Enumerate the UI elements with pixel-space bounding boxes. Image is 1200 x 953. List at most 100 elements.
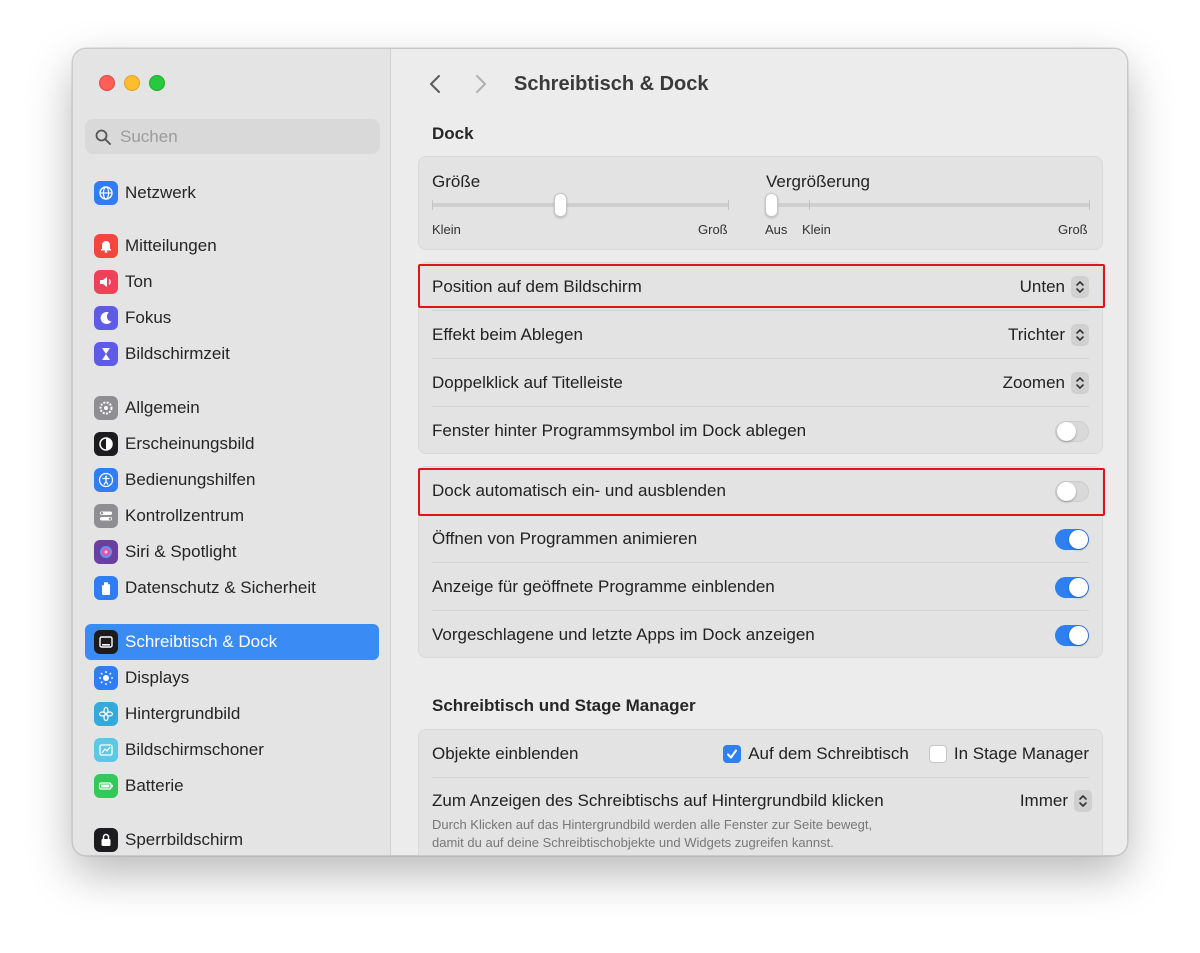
- checkbox-stage-label: In Stage Manager: [953, 744, 1089, 763]
- page-title: Schreibtisch & Dock: [514, 72, 709, 95]
- dock-size-card: Größe Klein Groß Vergrößerung Aus Klein …: [418, 156, 1103, 250]
- setting-row: Anzeige für geöffnete Programme einblend…: [419, 563, 1102, 611]
- search-input[interactable]: [120, 126, 360, 147]
- toggle-switch[interactable]: [1055, 576, 1089, 598]
- sidebar-item-bildschirmschoner[interactable]: Bildschirmschoner: [85, 732, 379, 768]
- sidebar-item-erscheinungsbild[interactable]: Erscheinungsbild: [85, 426, 379, 462]
- sidebar-item-siri-spotlight[interactable]: Siri & Spotlight: [85, 534, 379, 570]
- dock-icon: [94, 630, 118, 654]
- size-slider-knob[interactable]: [553, 193, 567, 217]
- sidebar-item-label: Netzwerk: [125, 183, 196, 202]
- setting-row: Vorgeschlagene und letzte Apps im Dock a…: [419, 611, 1102, 659]
- sidebar-item-allgemein[interactable]: Allgemein: [85, 390, 379, 426]
- sidebar-item-label: Displays: [125, 668, 190, 687]
- sidebar-item-batterie[interactable]: Batterie: [85, 768, 379, 804]
- sidebar-item-label: Hintergrundbild: [125, 704, 241, 723]
- dock-section-title: Dock: [432, 124, 474, 143]
- sidebar-item-label: Erscheinungsbild: [125, 434, 255, 453]
- mag-off-label: Aus: [765, 222, 788, 237]
- size-slider-track[interactable]: [432, 203, 729, 207]
- sidebar-item-label: Siri & Spotlight: [125, 542, 237, 561]
- popup-button[interactable]: Trichter: [1008, 324, 1089, 346]
- close-button[interactable]: [99, 75, 115, 91]
- click-wallpaper-popup[interactable]: Immer: [1020, 790, 1092, 812]
- sun-icon: [94, 666, 118, 690]
- moon-icon: [94, 306, 118, 330]
- setting-label: Vorgeschlagene und letzte Apps im Dock a…: [432, 625, 815, 644]
- window-controls: [99, 75, 165, 91]
- sidebar-item-label: Sperrbildschirm: [125, 830, 244, 849]
- gear-icon: [94, 396, 118, 420]
- checkbox-stage-box[interactable]: [928, 745, 947, 763]
- magnification-label: Vergrößerung: [766, 172, 870, 191]
- setting-label: Effekt beim Ablegen: [432, 325, 583, 344]
- checkbox-desktop[interactable]: Auf dem Schreibtisch: [723, 744, 909, 764]
- sidebar-item-label: Batterie: [125, 776, 184, 795]
- checkbox-stage-manager[interactable]: In Stage Manager: [928, 744, 1089, 764]
- setting-label: Anzeige für geöffnete Programme einblend…: [432, 577, 775, 596]
- mag-tick-min: [809, 200, 810, 210]
- click-wallpaper-description-2: damit du auf deine Schreibtischobjekte u…: [432, 835, 834, 850]
- back-button[interactable]: [422, 71, 448, 97]
- chevron-updown-icon: [1071, 324, 1089, 346]
- chevron-updown-icon: [1074, 790, 1092, 812]
- magnification-slider-knob[interactable]: [765, 193, 778, 217]
- chevron-updown-icon: [1071, 372, 1089, 394]
- sidebar-item-label: Bildschirmschoner: [125, 740, 264, 759]
- setting-row: Öffnen von Programmen animieren: [419, 515, 1102, 563]
- popup-value: Zoomen: [1002, 373, 1065, 392]
- sidebar-item-fokus[interactable]: Fokus: [85, 300, 379, 336]
- sidebar-item-ton[interactable]: Ton: [85, 264, 379, 300]
- hand-icon: [94, 576, 118, 600]
- minimize-button[interactable]: [124, 75, 140, 91]
- setting-row: Doppelklick auf Titelleiste Zoomen: [419, 359, 1102, 407]
- sidebar-item-label: Bedienungshilfen: [125, 470, 256, 489]
- forward-button[interactable]: [468, 71, 494, 97]
- highlight-autohide-row: [418, 468, 1105, 516]
- lock-icon: [94, 828, 118, 852]
- appearance-icon: [94, 432, 118, 456]
- chevron-right-icon: [476, 75, 486, 93]
- toggle-knob: [1069, 529, 1088, 549]
- sidebar-item-label: Ton: [125, 272, 153, 291]
- magnification-slider-track[interactable]: [771, 203, 1090, 207]
- sidebar-item-hintergrundbild[interactable]: Hintergrundbild: [85, 696, 379, 732]
- show-items-label: Objekte einblenden: [432, 744, 579, 763]
- toggle-knob: [1057, 421, 1076, 441]
- sidebar-item-bildschirmzeit[interactable]: Bildschirmzeit: [85, 336, 379, 372]
- mag-tick-max: [1089, 200, 1090, 210]
- bell-icon: [94, 234, 118, 258]
- search-icon: [95, 129, 111, 145]
- sidebar-item-label: Datenschutz & Sicherheit: [125, 578, 316, 597]
- click-wallpaper-value: Immer: [1019, 791, 1068, 810]
- sidebar-item-datenschutz-sicherheit[interactable]: Datenschutz & Sicherheit: [85, 570, 379, 606]
- sidebar-item-bedienungshilfen[interactable]: Bedienungshilfen: [85, 462, 379, 498]
- click-wallpaper-row: Zum Anzeigen des Schreibtischs auf Hinte…: [432, 790, 1092, 852]
- sidebar-item-schreibtisch-dock[interactable]: Schreibtisch & Dock: [85, 624, 379, 660]
- settings-window: BluetoothNetzwerkMitteilungenTonFokusBil…: [72, 48, 1128, 856]
- toggle-knob: [1069, 625, 1088, 645]
- setting-row: Effekt beim Ablegen Trichter: [419, 311, 1102, 359]
- toggle-switch[interactable]: [1055, 420, 1089, 442]
- toggle-switch[interactable]: [1055, 528, 1089, 550]
- search-field[interactable]: [85, 119, 380, 154]
- zoom-button[interactable]: [149, 75, 165, 91]
- popup-button[interactable]: Zoomen: [1003, 372, 1089, 394]
- checkbox-desktop-box[interactable]: [723, 745, 742, 763]
- setting-label: Doppelklick auf Titelleiste: [432, 373, 623, 392]
- sidebar-item-mitteilungen[interactable]: Mitteilungen: [85, 228, 379, 264]
- show-items-row: Objekte einblenden Auf dem Schreibtisch …: [419, 730, 1102, 778]
- sidebar-item-sperrbildschirm[interactable]: Sperrbildschirm: [85, 822, 379, 855]
- size-label: Größe: [432, 172, 481, 191]
- setting-label: Fenster hinter Programmsymbol im Dock ab…: [432, 421, 807, 440]
- sidebar-item-displays[interactable]: Displays: [85, 660, 379, 696]
- click-wallpaper-label: Zum Anzeigen des Schreibtischs auf Hinte…: [432, 791, 884, 810]
- sidebar-item-netzwerk[interactable]: Netzwerk: [85, 175, 379, 211]
- screensaver-icon: [94, 738, 118, 762]
- mag-max-label: Groß: [1058, 222, 1088, 237]
- toggle-switch[interactable]: [1055, 624, 1089, 646]
- size-tick-min: [432, 200, 433, 210]
- sidebar-item-label: Schreibtisch & Dock: [125, 632, 278, 651]
- stage-manager-card: Objekte einblenden Auf dem Schreibtisch …: [418, 729, 1103, 855]
- sidebar-item-kontrollzentrum[interactable]: Kontrollzentrum: [85, 498, 379, 534]
